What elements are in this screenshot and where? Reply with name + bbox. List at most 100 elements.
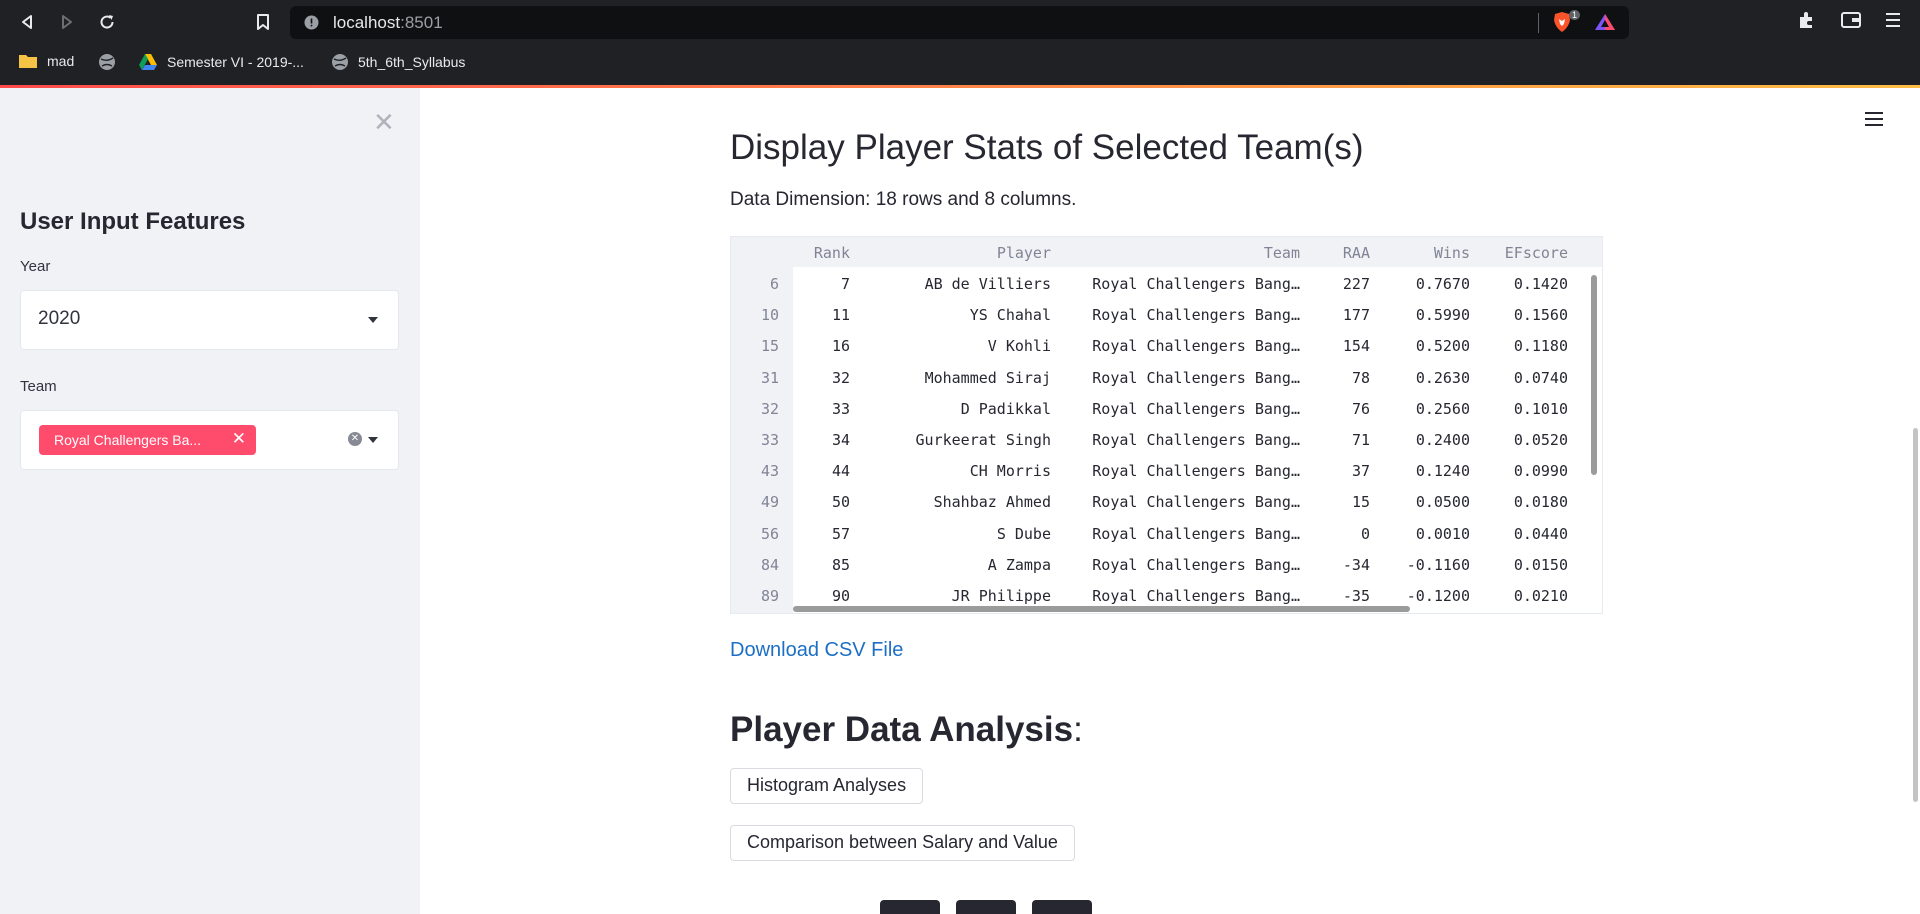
table-cell-team: Royal Challengers Bang… (1092, 462, 1300, 481)
close-sidebar-icon[interactable]: ✕ (373, 110, 395, 136)
table-cell-wins: 0.0010 (1415, 524, 1470, 543)
table-header (731, 237, 1602, 267)
sidebar: ✕ User Input Features Year 2020 Team Roy… (0, 88, 420, 914)
year-select-value: 2020 (38, 308, 81, 329)
address-bar[interactable]: localhost:8501 1 (290, 6, 1629, 39)
column-header-rank[interactable]: Rank (814, 244, 850, 262)
back-icon[interactable] (14, 9, 40, 35)
column-header-efscore[interactable]: EFscore (1505, 244, 1568, 262)
sidebar-title: User Input Features (20, 208, 246, 235)
browser-chrome: localhost:8501 1 mad Semester VI - 2019-… (0, 0, 1920, 86)
table-cell-efscore: 0.1010 (1513, 399, 1568, 418)
table-cell-player: JR Philippe (951, 587, 1051, 605)
table-cell-team: Royal Challengers Bang… (1092, 555, 1300, 574)
row-index: 32 (760, 399, 779, 418)
browser-menu-icon[interactable] (1884, 10, 1902, 34)
remove-tag-icon[interactable]: ✕ (232, 429, 246, 449)
forward-icon[interactable] (54, 9, 80, 35)
chevron-down-icon[interactable] (368, 317, 378, 323)
bookmarks-bar: mad Semester VI - 2019-... 5th_6th_Sylla… (0, 48, 1920, 78)
hamburger-menu-icon[interactable] (1864, 110, 1884, 132)
table-cell-team: Royal Challengers Bang… (1092, 337, 1300, 356)
salary-value-comparison-button[interactable]: Comparison between Salary and Value (730, 825, 1075, 861)
table-cell-raa: 71 (1351, 431, 1370, 449)
row-index: 15 (760, 337, 779, 356)
bookmark-semester[interactable]: Semester VI - 2019-... (138, 53, 304, 71)
row-index: 89 (760, 587, 779, 605)
bookmark-icon[interactable] (250, 9, 276, 35)
table-cell-raa: -34 (1342, 555, 1370, 574)
bookmark-mad[interactable]: mad (18, 53, 74, 69)
team-multiselect[interactable]: Royal Challengers Ba... ✕ ✕ (20, 410, 399, 470)
extensions-icon[interactable] (1796, 10, 1816, 34)
column-header-player[interactable]: Player (997, 244, 1051, 262)
table-cell-team: Royal Challengers Bang… (1092, 493, 1300, 512)
table-cell-wins: 0.5990 (1415, 306, 1470, 325)
column-header-wins[interactable]: Wins (1434, 244, 1470, 262)
table-cell-player: V Kohli (987, 337, 1051, 356)
row-index: 33 (760, 431, 779, 449)
table-cell-raa: -35 (1342, 587, 1370, 605)
table-cell-rank: 34 (831, 431, 850, 449)
team-tag: Royal Challengers Ba... ✕ (39, 425, 256, 455)
table-cell-wins: 0.7670 (1415, 275, 1470, 293)
table-vertical-scrollbar[interactable] (1591, 275, 1597, 475)
table-cell-wins: -0.1160 (1406, 555, 1470, 574)
table-cell-raa: 154 (1342, 337, 1370, 356)
download-csv-link[interactable]: Download CSV File (730, 639, 903, 662)
table-cell-raa: 15 (1351, 493, 1370, 512)
player-stats-table[interactable]: Rank Player Team RAA Wins EFscore 6 7 AB de Vill… (730, 236, 1603, 614)
histogram-analyses-button[interactable]: Histogram Analyses (730, 768, 924, 804)
table-cell-raa: 227 (1342, 275, 1370, 293)
table-cell-team: Royal Challengers Bang… (1092, 306, 1300, 325)
column-header-raa[interactable]: RAA (1343, 244, 1370, 262)
table-cell-rank: 16 (831, 337, 850, 356)
team-tag-label: Royal Challengers Ba... (54, 432, 202, 448)
table-cell-player: A Zampa (987, 555, 1051, 574)
table-cell-efscore: 0.0740 (1513, 368, 1568, 387)
brave-rewards-icon[interactable] (1594, 13, 1616, 35)
table-cell-player: S Dube (996, 524, 1051, 543)
table-cell-player: D Padikkal (960, 399, 1051, 418)
analysis-title: Player Data Analysis: (730, 710, 1083, 750)
table-cell-player: Shahbaz Ahmed (933, 493, 1051, 512)
table-cell-raa: 78 (1351, 368, 1370, 387)
table-cell-rank: 57 (831, 524, 850, 543)
row-index: 31 (760, 368, 779, 387)
row-index: 43 (760, 462, 779, 481)
table-cell-rank: 90 (831, 587, 850, 605)
url-text[interactable]: localhost:8501 (333, 13, 443, 33)
divider (1538, 13, 1539, 33)
site-info-icon[interactable] (304, 15, 319, 34)
table-horizontal-scrollbar[interactable] (793, 606, 1410, 612)
table-cell-raa: 0 (1360, 524, 1370, 543)
column-header-team[interactable]: Team (1264, 244, 1300, 262)
table-cell-raa: 76 (1351, 399, 1370, 418)
table-cell-raa: 37 (1351, 462, 1370, 481)
row-index: 6 (769, 275, 779, 293)
bookmark-syllabus[interactable]: 5th_6th_Syllabus (331, 53, 465, 71)
wallet-icon[interactable] (1840, 10, 1862, 34)
bookmark-globe[interactable] (98, 53, 116, 71)
table-cell-player: CH Morris (969, 462, 1051, 481)
year-select[interactable]: 2020 (20, 290, 399, 350)
year-label: Year (20, 258, 51, 275)
table-cell-player: YS Chahal (969, 306, 1051, 325)
table-cell-efscore: 0.0440 (1513, 524, 1568, 543)
reload-icon[interactable] (94, 9, 120, 35)
table-cell-rank: 7 (840, 275, 850, 293)
table-cell-team: Royal Challengers Bang… (1092, 275, 1300, 293)
clear-all-icon[interactable]: ✕ (348, 432, 362, 446)
bookmark-label: 5th_6th_Syllabus (358, 54, 466, 70)
row-index: 49 (760, 493, 779, 512)
table-cell-team: Royal Challengers Bang… (1092, 587, 1300, 605)
page-scrollbar-thumb[interactable] (1913, 428, 1918, 802)
table-cell-team: Royal Challengers Bang… (1092, 524, 1300, 543)
table-cell-team: Royal Challengers Bang… (1092, 399, 1300, 418)
chevron-down-icon[interactable] (368, 437, 378, 443)
table-cell-wins: -0.1200 (1406, 587, 1470, 605)
bookmark-label: mad (47, 53, 75, 69)
table-cell-wins: 0.5200 (1415, 337, 1470, 356)
table-cell-raa: 177 (1342, 306, 1370, 325)
globe-icon (332, 54, 348, 70)
